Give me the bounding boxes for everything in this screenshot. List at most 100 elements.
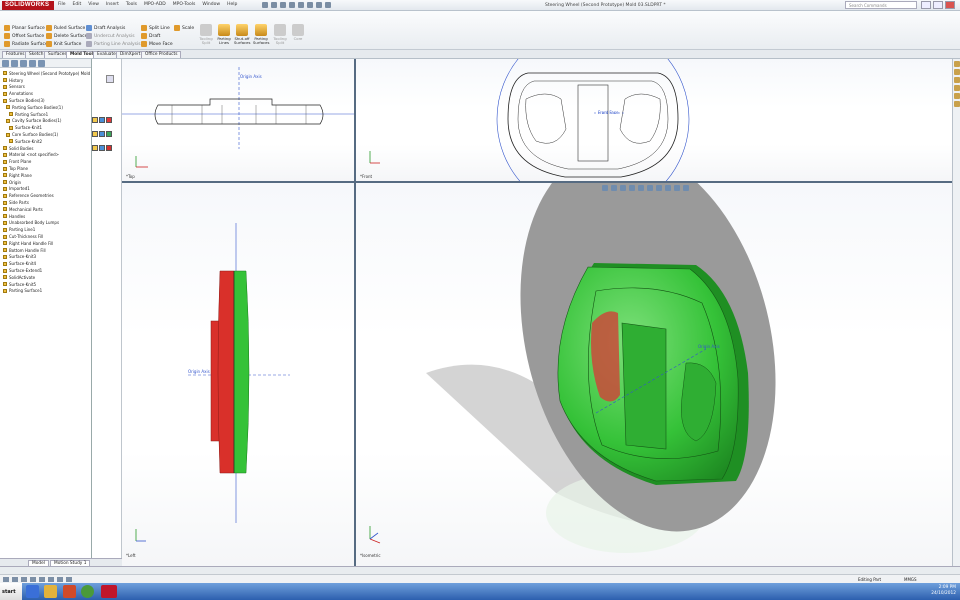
tool-icon[interactable] bbox=[21, 577, 27, 582]
tree-item[interactable]: Parting Line1 bbox=[1, 226, 91, 233]
planar-surface-button[interactable]: Planar Surface bbox=[4, 25, 45, 31]
undo-icon[interactable] bbox=[298, 2, 304, 8]
menu-window[interactable]: Window bbox=[202, 2, 220, 7]
tree-item[interactable]: Surface-Knit3 bbox=[1, 254, 91, 261]
start-button[interactable]: start bbox=[0, 583, 22, 600]
tree-item[interactable]: Material <not specified> bbox=[1, 152, 91, 159]
section-view-icon[interactable] bbox=[629, 185, 635, 191]
tooling-split-button[interactable]: Tooling Split bbox=[198, 24, 214, 45]
menu-insert[interactable]: Insert bbox=[106, 2, 119, 7]
menu-mpo-tools[interactable]: MPO-Tools bbox=[173, 2, 196, 7]
tree-item[interactable]: Cut-Thickness Fill bbox=[1, 233, 91, 240]
tree-item[interactable]: Cavity Surface Bodies(1) bbox=[1, 118, 91, 125]
tree-item[interactable]: History bbox=[1, 77, 91, 84]
previous-view-icon[interactable] bbox=[620, 185, 626, 191]
tree-item[interactable]: Surface Bodies(3) bbox=[1, 97, 91, 104]
file-explorer-icon[interactable] bbox=[954, 77, 960, 83]
tree-item[interactable]: Solid Bodies bbox=[1, 145, 91, 152]
tree-item[interactable]: Imported1 bbox=[1, 186, 91, 193]
tree-item[interactable]: Top Plane bbox=[1, 165, 91, 172]
viewport-front[interactable]: Front Face *Front bbox=[356, 59, 952, 181]
tree-item[interactable]: Unabsorbed Body Lumps bbox=[1, 220, 91, 227]
tree-item[interactable]: Mechanical Parts bbox=[1, 206, 91, 213]
tab-office-products[interactable]: Office Products bbox=[141, 51, 182, 58]
scale-button[interactable]: Scale bbox=[174, 25, 194, 31]
design-library-icon[interactable] bbox=[954, 69, 960, 75]
split-line-button[interactable]: Split Line bbox=[141, 25, 170, 31]
tool-icon[interactable] bbox=[12, 577, 18, 582]
solidworks-logo[interactable]: SOLIDWORKS bbox=[2, 1, 54, 10]
configuration-manager-icon[interactable] bbox=[20, 60, 27, 67]
tree-item[interactable]: Right Hand Handle Fill bbox=[1, 240, 91, 247]
tree-item[interactable]: Side Parts bbox=[1, 199, 91, 206]
menu-tools[interactable]: Tools bbox=[126, 2, 137, 7]
parting-line-analysis-button[interactable]: Parting Line Analysis bbox=[86, 41, 141, 47]
tree-item[interactable]: Parting Surface1 bbox=[1, 288, 91, 295]
viewport-splitter-horizontal[interactable] bbox=[122, 181, 952, 183]
parting-lines-button[interactable]: Parting Lines bbox=[216, 24, 232, 45]
units-status[interactable]: MMGS bbox=[904, 577, 917, 582]
tool-icon[interactable] bbox=[39, 577, 45, 582]
menu-file[interactable]: File bbox=[58, 2, 66, 7]
viewport-top[interactable]: Origin Axis *Top bbox=[122, 59, 354, 181]
new-icon[interactable] bbox=[262, 2, 268, 8]
view-orientation-icon[interactable] bbox=[638, 185, 644, 191]
tool-icon[interactable] bbox=[57, 577, 63, 582]
rebuild-icon[interactable] bbox=[316, 2, 322, 8]
close-button[interactable] bbox=[945, 1, 955, 9]
tree-item[interactable]: SolidActivate bbox=[1, 274, 91, 281]
viewport-isometric[interactable]: Origin Axis *Isometric bbox=[356, 183, 952, 566]
tool-icon[interactable] bbox=[30, 577, 36, 582]
apply-scene-icon[interactable] bbox=[674, 185, 680, 191]
dimxpert-manager-icon[interactable] bbox=[29, 60, 36, 67]
solidworks-task-icon[interactable] bbox=[101, 585, 117, 598]
tool-icon[interactable] bbox=[3, 577, 9, 582]
radiate-surface-button[interactable]: Radiate Surface bbox=[4, 41, 48, 47]
zoom-to-area-icon[interactable] bbox=[611, 185, 617, 191]
tree-item[interactable]: Reference Geometries bbox=[1, 192, 91, 199]
tree-item[interactable]: Sensors bbox=[1, 84, 91, 91]
feature-tree-icon[interactable] bbox=[2, 60, 9, 67]
ruled-surface-button[interactable]: Ruled Surface bbox=[46, 25, 85, 31]
tree-item[interactable]: Annotations bbox=[1, 90, 91, 97]
undercut-analysis-button[interactable]: Undercut Analysis bbox=[86, 33, 135, 39]
minimize-button[interactable] bbox=[921, 1, 931, 9]
appearances-icon[interactable] bbox=[954, 93, 960, 99]
print-icon[interactable] bbox=[289, 2, 295, 8]
zoom-to-fit-icon[interactable] bbox=[602, 185, 608, 191]
view-palette-icon[interactable] bbox=[954, 85, 960, 91]
parting-surfaces-button[interactable]: Parting Surfaces bbox=[253, 24, 269, 45]
shut-off-surfaces-button[interactable]: Shut-off Surfaces bbox=[234, 24, 250, 45]
tree-item[interactable]: Surface-Knit2 bbox=[1, 138, 91, 145]
tree-item[interactable]: Surface-Extend1 bbox=[1, 267, 91, 274]
restore-button[interactable] bbox=[933, 1, 943, 9]
tree-item[interactable]: Parting Surface1 bbox=[1, 111, 91, 118]
save-icon[interactable] bbox=[280, 2, 286, 8]
menu-view[interactable]: View bbox=[88, 2, 99, 7]
chrome-icon[interactable] bbox=[81, 585, 94, 598]
menu-help[interactable]: Help bbox=[227, 2, 237, 7]
knit-surface-button[interactable]: Knit Surface bbox=[46, 41, 81, 47]
draft-analysis-button[interactable]: Draft Analysis bbox=[86, 25, 125, 31]
tree-item[interactable]: Surface-Knit1 bbox=[1, 124, 91, 131]
tree-item[interactable]: Surface-Knit5 bbox=[1, 281, 91, 288]
tool-icon[interactable] bbox=[66, 577, 72, 582]
menu-mpo-add[interactable]: MPO-ADD bbox=[144, 2, 166, 7]
media-icon[interactable] bbox=[63, 585, 76, 598]
tree-item[interactable]: Right Plane bbox=[1, 172, 91, 179]
select-icon[interactable] bbox=[307, 2, 313, 8]
tree-item[interactable]: Steering Wheel (Second Prototype) Mold 0… bbox=[1, 70, 91, 77]
offset-surface-button[interactable]: Offset Surface bbox=[4, 33, 44, 39]
flyout-tree-icon[interactable] bbox=[106, 75, 114, 83]
menu-edit[interactable]: Edit bbox=[73, 2, 82, 7]
tree-item[interactable]: Parting Surface Bodies(1) bbox=[1, 104, 91, 111]
viewport-left[interactable]: Origin Axis *Left bbox=[122, 183, 354, 566]
tree-item[interactable]: Surface-Knit4 bbox=[1, 260, 91, 267]
move-face-button[interactable]: Move Face bbox=[141, 41, 173, 47]
ie-icon[interactable] bbox=[26, 585, 39, 598]
hide-show-icon[interactable] bbox=[656, 185, 662, 191]
tree-item[interactable]: Front Plane bbox=[1, 158, 91, 165]
edit-appearance-icon[interactable] bbox=[665, 185, 671, 191]
view-settings-icon[interactable] bbox=[683, 185, 689, 191]
tree-item[interactable]: Handles bbox=[1, 213, 91, 220]
